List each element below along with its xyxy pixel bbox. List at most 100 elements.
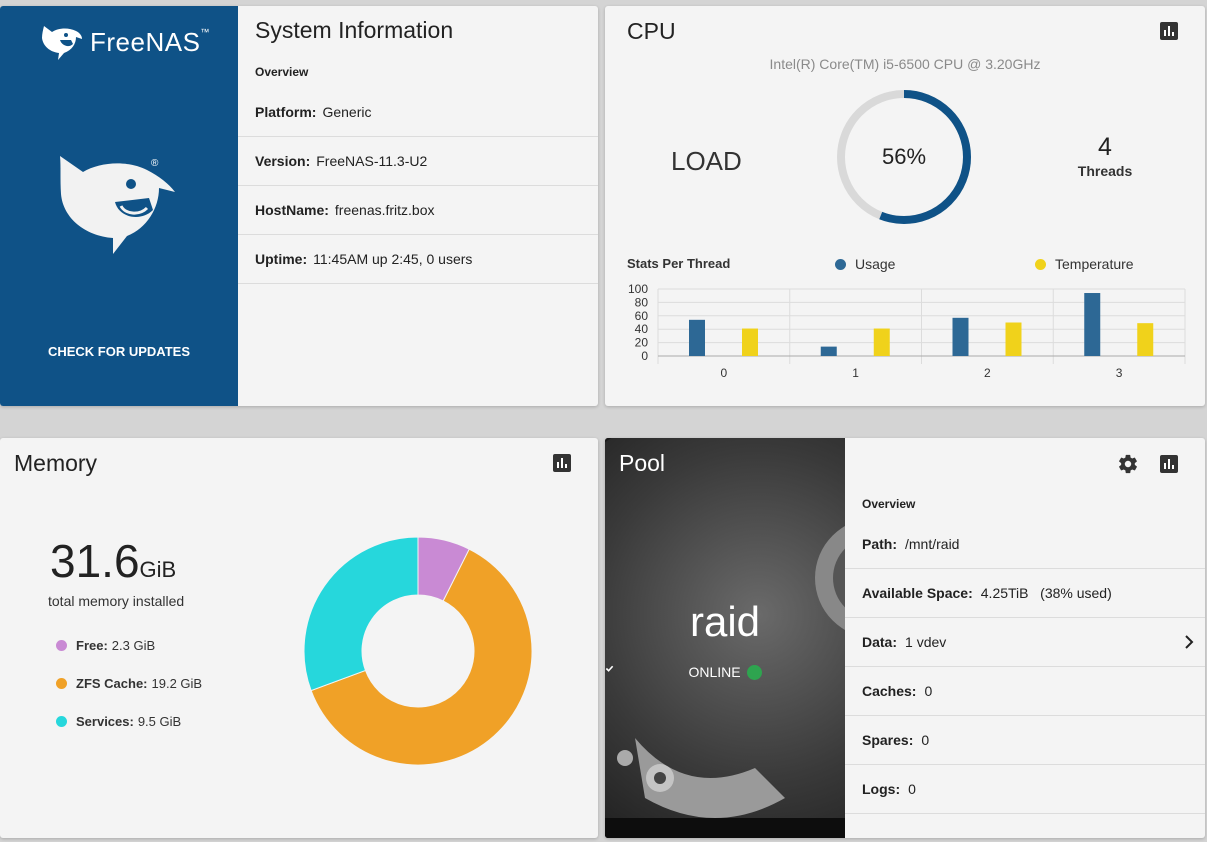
temperature-bar xyxy=(873,328,890,356)
memory-total-unit: GiB xyxy=(139,557,177,582)
hostname-value: freenas.fritz.box xyxy=(334,202,435,218)
usage-bar xyxy=(1084,293,1101,356)
memory-reports-button[interactable] xyxy=(550,451,574,475)
pool-name: raid xyxy=(689,598,761,645)
system-information-card: FreeNAS™ ® CHECK FOR UPDATES System Info… xyxy=(0,6,598,406)
version-key: Version: xyxy=(255,153,311,169)
zfs-cache-label: ZFS Cache: xyxy=(76,676,148,691)
free-value: 2.3 GiB xyxy=(111,638,156,653)
x-tick-label: 2 xyxy=(984,366,991,380)
platform-value: Generic xyxy=(322,104,372,120)
pool-status: ONLINE xyxy=(605,664,845,680)
pool-status-text: ONLINE xyxy=(688,664,741,680)
pool-settings-button[interactable] xyxy=(1116,452,1140,476)
memory-total-value: 31.6 xyxy=(50,535,140,587)
temperature-bar xyxy=(1137,323,1154,356)
brand-name: FreeNAS™ xyxy=(90,26,210,57)
free-label: Free: xyxy=(76,638,108,653)
temperature-bar xyxy=(1005,322,1022,356)
data-value: 1 vdev xyxy=(905,634,947,650)
cpu-title: CPU xyxy=(627,18,676,44)
bar-chart-icon xyxy=(1160,22,1178,40)
pool-spares-row: Spares: 0 xyxy=(845,716,1205,765)
system-overview-label: Overview xyxy=(255,65,309,79)
pool-logs-row: Logs: 0 xyxy=(845,765,1205,814)
memory-title: Memory xyxy=(14,450,98,476)
freenas-brand-panel: FreeNAS™ ® CHECK FOR UPDATES xyxy=(0,6,238,406)
cpu-load-percent: 56% xyxy=(881,144,927,169)
temperature-bar xyxy=(742,328,758,356)
zfs-cache-value: 19.2 GiB xyxy=(151,676,203,691)
memory-caption: total memory installed xyxy=(48,593,185,609)
zfs-cache-dot xyxy=(56,678,67,689)
pool-title: Pool xyxy=(619,450,666,476)
x-tick-label: 1 xyxy=(852,366,859,380)
legend-usage[interactable]: Usage xyxy=(835,256,895,272)
legend-temperature[interactable]: Temperature xyxy=(1035,256,1134,272)
version-row: Version: FreeNAS-11.3-U2 xyxy=(238,137,598,186)
pool-overview-label: Overview xyxy=(862,497,916,511)
services-slice xyxy=(303,536,419,692)
spares-value: 0 xyxy=(921,732,930,748)
available-space-value: 4.25TiB (38% used) xyxy=(980,585,1112,601)
stats-per-thread-title: Stats Per Thread xyxy=(627,256,731,271)
data-key: Data: xyxy=(862,634,898,650)
uptime-key: Uptime: xyxy=(255,251,308,267)
caches-value: 0 xyxy=(924,683,933,699)
memory-total: 31.6GiB xyxy=(50,534,176,588)
usage-bar xyxy=(820,346,837,356)
cpu-reports-button[interactable] xyxy=(1157,19,1181,43)
pool-path-row: Path: /mnt/raid xyxy=(845,520,1205,569)
platform-key: Platform: xyxy=(255,104,317,120)
memory-donut-chart xyxy=(303,536,533,766)
legend-usage-label: Usage xyxy=(855,256,896,272)
memory-card: Memory 31.6GiB total memory installed Fr… xyxy=(0,438,598,838)
stats-per-thread-chart: 1008060402000 1 2 3 xyxy=(628,282,1186,380)
gear-icon xyxy=(1119,454,1137,474)
y-tick-label: 20 xyxy=(635,336,649,350)
usage-bar xyxy=(952,317,969,356)
y-tick-label: 100 xyxy=(628,282,648,296)
platform-row: Platform: Generic xyxy=(238,88,598,137)
bar-chart-icon xyxy=(553,454,571,472)
pool-available-space-row: Available Space: 4.25TiB (38% used) xyxy=(845,569,1205,618)
logs-value: 0 xyxy=(908,781,916,797)
y-tick-label: 60 xyxy=(635,309,649,323)
memory-legend-zfs-cache: ZFS Cache: 19.2 GiB xyxy=(56,676,202,691)
threads-count: 4 xyxy=(1098,133,1112,161)
system-info-title: System Information xyxy=(255,17,454,43)
uptime-row: Uptime: 11:45AM up 2:45, 0 users xyxy=(238,235,598,284)
pool-reports-button[interactable] xyxy=(1157,452,1181,476)
cpu-card: CPU Intel(R) Core(TM) i5-6500 CPU @ 3.20… xyxy=(605,6,1205,406)
version-value: FreeNAS-11.3-U2 xyxy=(316,153,428,169)
y-tick-label: 80 xyxy=(635,295,649,309)
pool-data-row[interactable]: Data: 1 vdev xyxy=(845,618,1205,667)
legend-temperature-dot xyxy=(1035,258,1046,270)
check-circle-icon xyxy=(605,664,762,680)
pool-card: Pool raid ONLINE Overview Path: /mnt/rai… xyxy=(605,438,1205,838)
cpu-model: Intel(R) Core(TM) i5-6500 CPU @ 3.20GHz xyxy=(769,56,1041,72)
free-dot xyxy=(56,640,67,651)
spares-key: Spares: xyxy=(862,732,914,748)
pool-disk-panel: Pool raid ONLINE xyxy=(605,438,845,838)
uptime-value: 11:45AM up 2:45, 0 users xyxy=(313,251,473,267)
x-tick-label: 0 xyxy=(721,366,728,380)
hostname-row: HostName: freenas.fritz.box xyxy=(238,186,598,235)
memory-legend-services: Services: 9.5 GiB xyxy=(56,714,181,729)
logs-key: Logs: xyxy=(862,781,901,797)
path-value: /mnt/raid xyxy=(905,536,960,552)
services-dot xyxy=(56,716,67,727)
legend-usage-dot xyxy=(835,258,846,270)
path-key: Path: xyxy=(862,536,897,552)
legend-temperature-label: Temperature xyxy=(1055,256,1134,272)
check-for-updates-button[interactable]: CHECK FOR UPDATES xyxy=(0,344,238,359)
hostname-key: HostName: xyxy=(255,202,329,218)
available-space-key: Available Space: xyxy=(862,585,973,601)
threads-label: Threads xyxy=(1077,163,1133,179)
freenas-shark-icon: ® xyxy=(60,156,175,254)
pool-caches-row: Caches: 0 xyxy=(845,667,1205,716)
x-tick-label: 3 xyxy=(1116,366,1123,380)
usage-bar xyxy=(689,319,705,356)
svg-text:®: ® xyxy=(151,158,159,169)
load-label: LOAD xyxy=(671,146,742,176)
